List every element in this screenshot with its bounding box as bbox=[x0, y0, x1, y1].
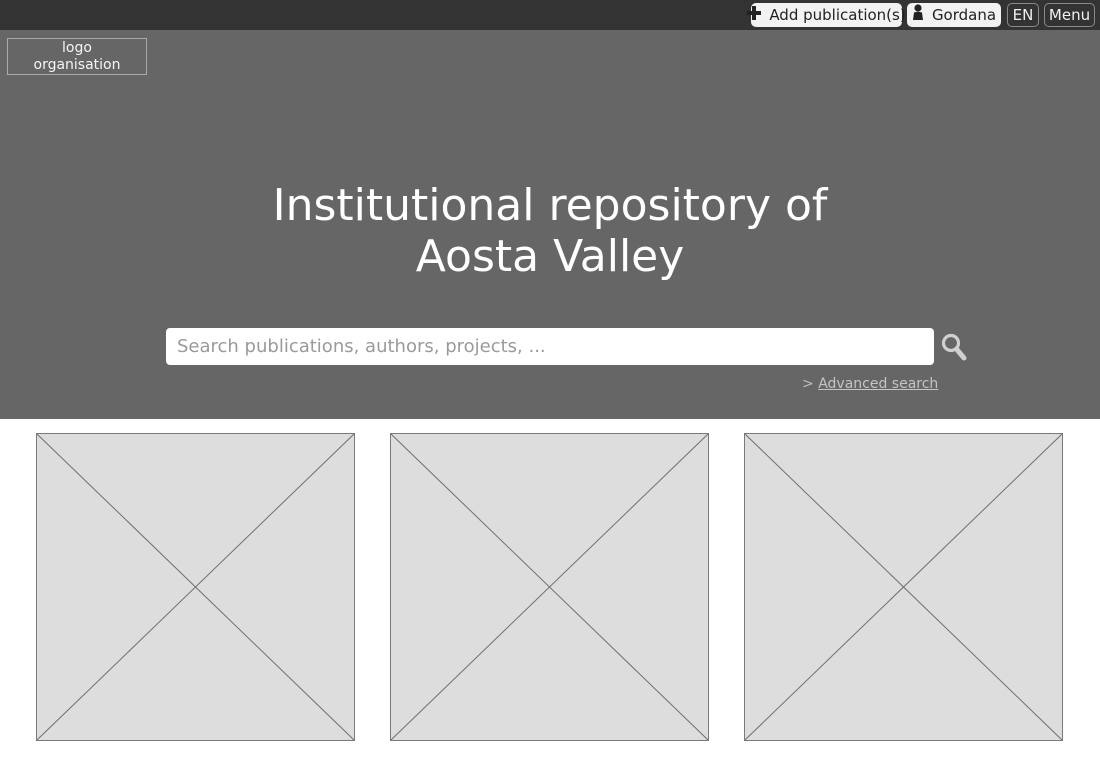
hero-banner: logo organisation Institutional reposito… bbox=[0, 30, 1100, 419]
user-icon bbox=[912, 4, 924, 26]
add-publication-label: Add publication(s) bbox=[769, 6, 906, 24]
advanced-search: > Advanced search bbox=[802, 376, 938, 392]
search-icon[interactable] bbox=[941, 333, 967, 361]
menu-label: Menu bbox=[1048, 6, 1091, 24]
organisation-logo[interactable]: logo organisation bbox=[7, 38, 147, 75]
image-placeholder bbox=[744, 433, 1063, 741]
advanced-search-link[interactable]: Advanced search bbox=[818, 376, 938, 392]
menu-button[interactable]: Menu bbox=[1044, 3, 1095, 27]
language-label: EN bbox=[1012, 6, 1034, 24]
top-bar: Add publication(s) Gordana EN Menu bbox=[0, 0, 1100, 30]
image-placeholder bbox=[390, 433, 709, 741]
advanced-search-prefix: > bbox=[802, 376, 819, 392]
user-button[interactable]: Gordana bbox=[907, 3, 1001, 27]
language-button[interactable]: EN bbox=[1007, 3, 1039, 27]
plus-icon bbox=[747, 4, 762, 26]
user-name: Gordana bbox=[931, 6, 997, 24]
page-title: Institutional repository of Aosta Valley bbox=[272, 180, 828, 282]
add-publication-button[interactable]: Add publication(s) bbox=[747, 3, 906, 27]
image-placeholder bbox=[36, 433, 355, 741]
search-input[interactable] bbox=[166, 328, 934, 365]
